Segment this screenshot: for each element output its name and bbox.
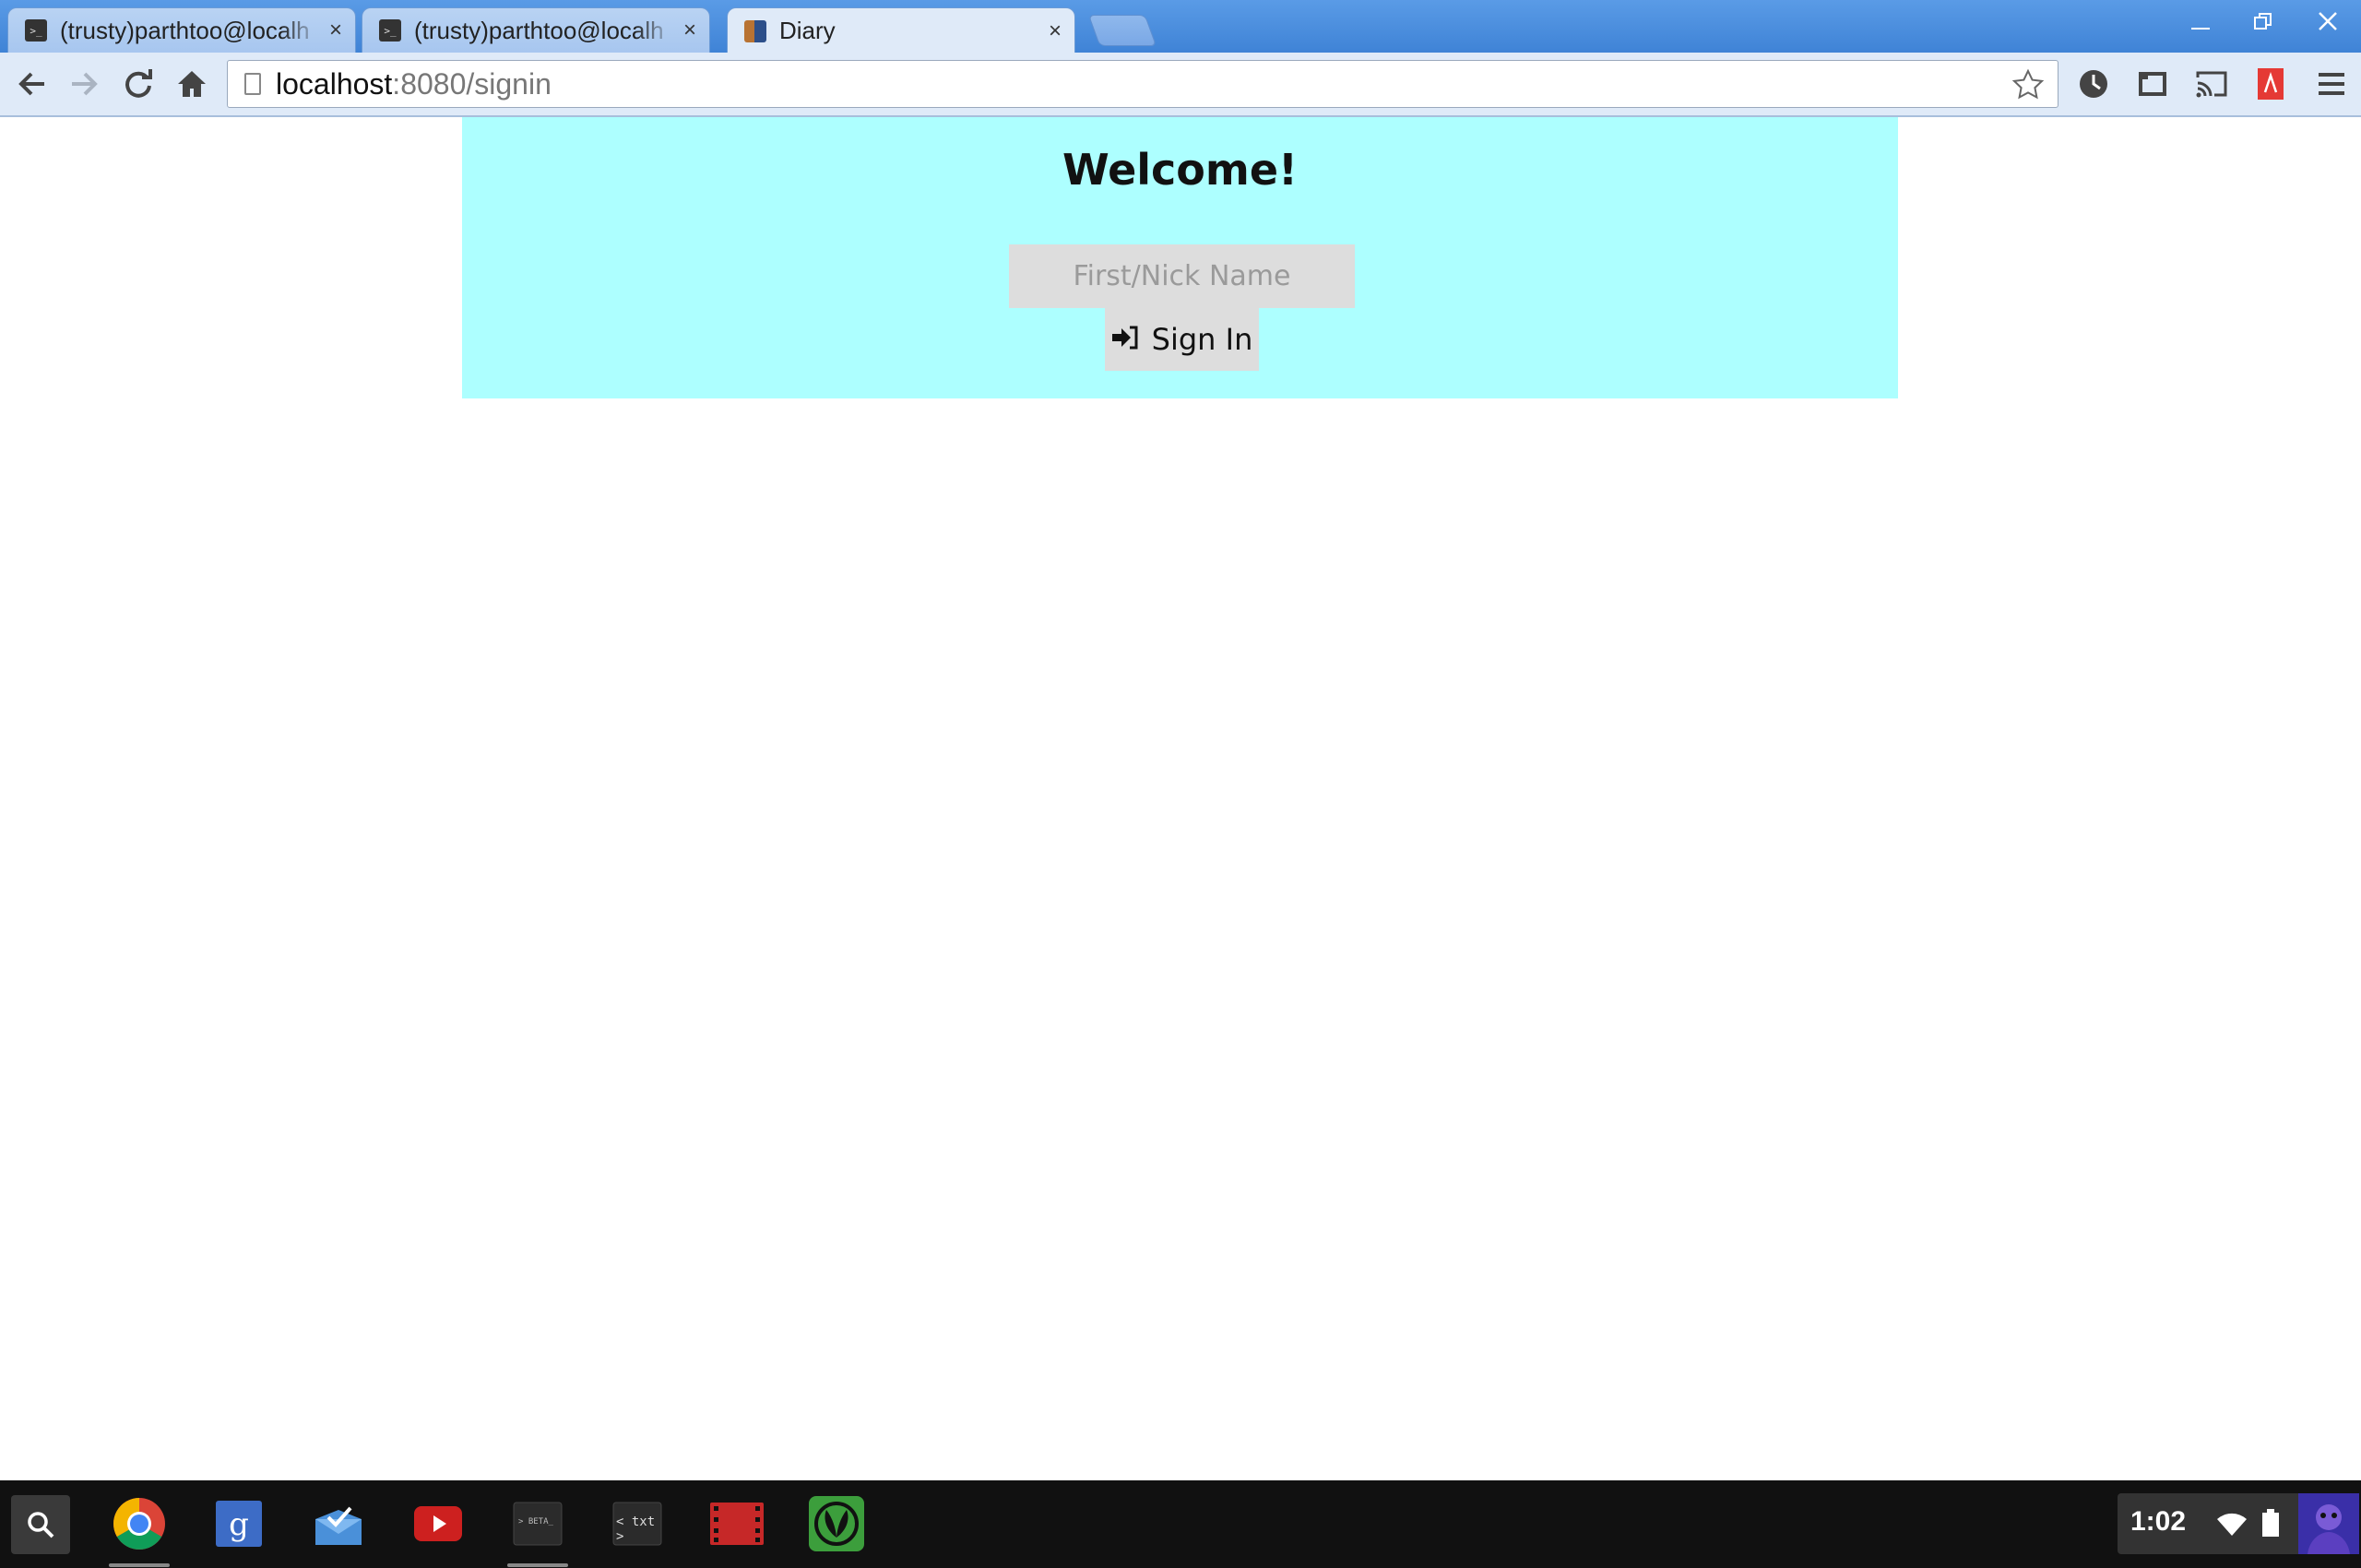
url-path: :8080/signin: [392, 66, 552, 101]
page-icon: [244, 73, 261, 95]
page-title: Welcome!: [1062, 145, 1299, 195]
google-search-icon[interactable]: g: [208, 1493, 269, 1554]
terminal-icon: >_: [379, 19, 401, 42]
address-bar[interactable]: localhost:8080/signin: [227, 60, 2058, 108]
minimize-icon[interactable]: [2189, 9, 2212, 39]
tab-diary[interactable]: Diary ×: [727, 7, 1075, 53]
close-tab-icon[interactable]: ×: [1049, 18, 1062, 44]
close-tab-icon[interactable]: ×: [329, 18, 342, 43]
bookmark-star-icon[interactable]: [2011, 68, 2045, 106]
tab-strip: >_ (trusty)parthtoo@localh × >_ (trusty)…: [0, 0, 2361, 53]
tab-terminal-1[interactable]: >_ (trusty)parthtoo@localh ×: [7, 7, 356, 53]
youtube-icon[interactable]: [408, 1493, 469, 1554]
running-indicator: [507, 1563, 568, 1567]
sign-in-icon: [1111, 322, 1139, 357]
diary-icon: [744, 19, 766, 42]
chrome-icon[interactable]: [109, 1493, 170, 1567]
clock: 1:02: [2130, 1506, 2187, 1537]
status-tray[interactable]: 1:02: [2118, 1493, 2359, 1554]
tab-extension-icon[interactable]: [2134, 65, 2171, 102]
terminal-label: > BETA_: [518, 1517, 553, 1526]
text-app-label: < txt >: [616, 1515, 656, 1544]
back-icon[interactable]: [11, 64, 52, 104]
avatar[interactable]: [2298, 1493, 2359, 1559]
tab-title: (trusty)parthtoo@localh: [414, 16, 664, 44]
saavn-icon[interactable]: [806, 1493, 867, 1554]
menu-icon[interactable]: [2313, 65, 2350, 102]
app-launcher-search-icon[interactable]: [11, 1495, 70, 1554]
restore-icon[interactable]: [2252, 9, 2274, 39]
system-shelf: g > BETA_ < txt > 1:02: [0, 1480, 2361, 1568]
close-tab-icon[interactable]: ×: [683, 18, 696, 43]
url-host: localhost: [276, 66, 393, 101]
sign-in-label: Sign In: [1151, 322, 1253, 357]
tab-title: (trusty)parthtoo@localh: [60, 16, 310, 44]
video-player-icon[interactable]: [706, 1493, 767, 1554]
text-editor-icon[interactable]: < txt >: [607, 1493, 668, 1554]
name-input[interactable]: [1009, 244, 1355, 308]
history-clock-icon[interactable]: [2075, 65, 2112, 102]
reload-icon[interactable]: [118, 64, 159, 104]
svg-text:g: g: [229, 1506, 249, 1543]
terminal-beta-icon[interactable]: > BETA_: [507, 1493, 568, 1567]
forward-icon[interactable]: [65, 64, 105, 104]
wifi-icon: [2215, 1510, 2248, 1542]
close-window-icon[interactable]: [2317, 9, 2339, 39]
browser-toolbar: localhost:8080/signin: [0, 53, 2361, 117]
inbox-icon[interactable]: [308, 1493, 369, 1554]
battery-icon: [2261, 1508, 2280, 1542]
cast-icon[interactable]: [2193, 65, 2230, 102]
welcome-banner: Welcome! Sign In: [462, 117, 1898, 398]
terminal-icon: >_: [25, 19, 47, 42]
new-tab-button[interactable]: [1087, 15, 1157, 46]
pdf-extension-icon[interactable]: [2252, 65, 2289, 102]
sign-in-button[interactable]: Sign In: [1105, 308, 1259, 371]
running-indicator: [109, 1563, 170, 1567]
tab-title: Diary: [779, 17, 836, 44]
home-icon[interactable]: [172, 64, 212, 104]
tab-terminal-2[interactable]: >_ (trusty)parthtoo@localh ×: [362, 7, 710, 53]
